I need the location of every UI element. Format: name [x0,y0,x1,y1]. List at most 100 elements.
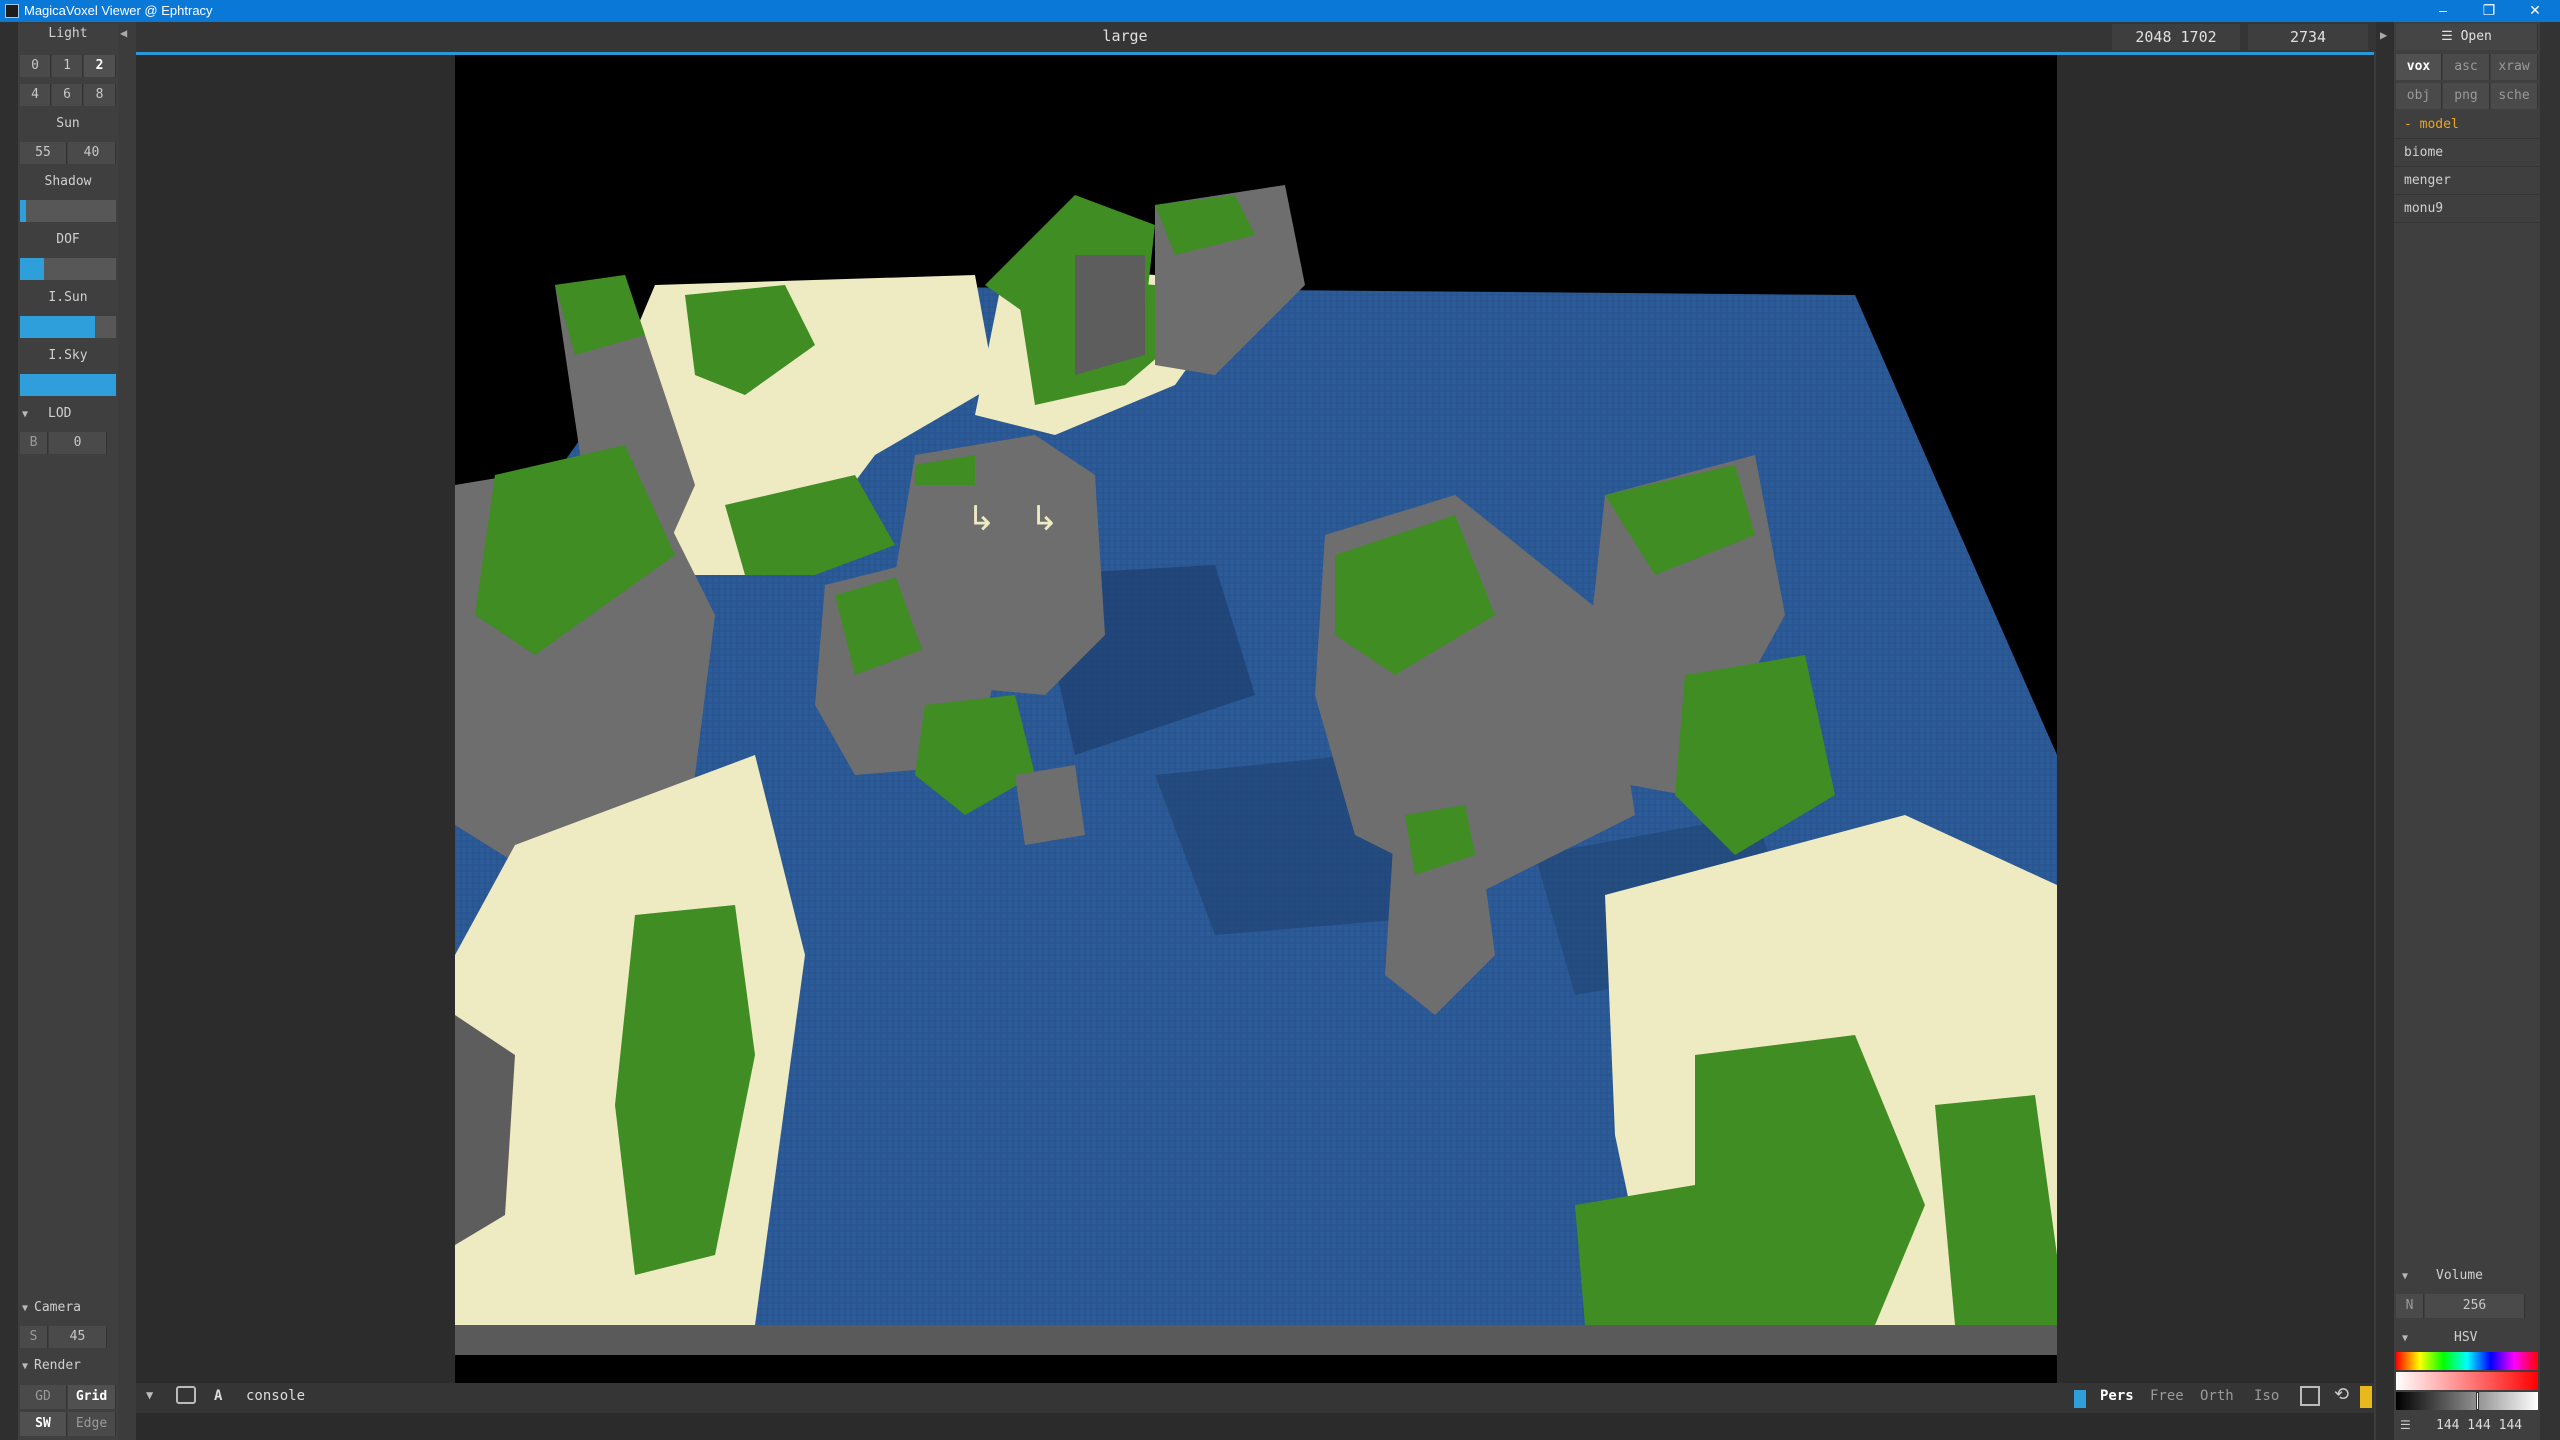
volume-section[interactable]: ▼ Volume [2396,1268,2538,1283]
format-vox[interactable]: vox [2396,54,2442,80]
collapse-triangle-icon: ▼ [2402,1333,2409,1344]
isky-label: I.Sky [48,348,88,363]
model-dimensions: 2048 1702 [2112,24,2240,50]
value-handle[interactable] [2476,1392,2479,1410]
dof-fill [20,258,44,280]
collapse-triangle-icon: ▼ [22,1303,29,1314]
file-item-monu9[interactable]: monu9 [2400,196,2524,222]
format-xraw[interactable]: xraw [2491,54,2538,80]
view-mode-orth[interactable]: Orth [2200,1388,2234,1404]
dof-slider[interactable] [20,258,116,280]
camera-section[interactable]: ▼ Camera [22,1300,118,1315]
bottom-bar [136,1383,2374,1413]
title-bar: MagicaVoxel Viewer @ Ephtracy – ❐ ✕ [0,0,2560,22]
ground-edge [455,1325,2057,1355]
sun-label: Sun [56,116,80,131]
collapse-triangle-icon: ▼ [2402,1271,2409,1282]
light-option-8[interactable]: 8 [84,84,116,106]
voxel-render: ↳ ↳ [455,185,2057,1355]
format-sche[interactable]: sche [2491,83,2538,109]
render-section[interactable]: ▼ Render [22,1358,118,1373]
camera-snapshot-icon[interactable] [176,1386,196,1404]
open-label: Open [2460,29,2492,44]
isun-fill [20,316,95,338]
divider [2394,166,2540,167]
minimize-button[interactable]: – [2420,0,2466,22]
isun-label: I.Sun [48,290,88,305]
isun-slider[interactable] [20,316,116,338]
format-asc[interactable]: asc [2443,54,2490,80]
render-sw-button[interactable]: SW [20,1412,67,1436]
render-grid-button[interactable]: Grid [68,1385,116,1409]
palette-menu-icon[interactable]: ☰ [2400,1418,2411,1432]
left-panel-edge [0,22,18,1440]
saturation-slider[interactable] [2396,1372,2538,1390]
light-option-6[interactable]: 6 [52,84,83,106]
sun-angle-b[interactable]: 40 [68,142,116,164]
camera-label: Camera [34,1300,81,1315]
bottom-status-area [136,1413,2374,1440]
grid-view-icon[interactable] [2300,1386,2320,1406]
format-obj[interactable]: obj [2396,83,2442,109]
folder-model[interactable]: - model [2400,112,2524,138]
value-slider[interactable] [2396,1392,2538,1410]
hue-slider[interactable] [2396,1352,2538,1370]
shadow-label: Shadow [44,174,92,189]
camera-key: S [20,1326,48,1348]
light-option-4[interactable]: 4 [20,84,51,106]
view-mode-pers[interactable]: Pers [2100,1388,2134,1404]
light-option-1[interactable]: 1 [52,55,83,77]
voxel-scene[interactable]: ↳ ↳ [455,55,2057,1383]
svg-text:↳: ↳ [967,499,996,539]
reset-view-icon[interactable]: ⟲ [2334,1384,2349,1405]
lod-label: LOD [48,406,72,421]
window-title: MagicaVoxel Viewer @ Ephtracy [24,3,213,18]
app-icon [5,4,19,18]
render-gd-button[interactable]: GD [20,1385,67,1409]
file-item-menger[interactable]: menger [2400,168,2524,194]
collapse-left-icon[interactable]: ◀ [120,26,127,40]
volume-key: N [2396,1294,2424,1318]
view-mode-free[interactable]: Free [2150,1388,2184,1404]
shadow-slider[interactable] [20,200,116,222]
model-name: large [1102,27,1148,45]
collapse-triangle-icon: ▼ [22,1361,29,1372]
a-button[interactable]: A [214,1388,222,1404]
divider [2394,194,2540,195]
volume-size-field[interactable]: 256 [2425,1294,2525,1318]
isky-slider[interactable] [20,374,116,396]
collapse-right-icon[interactable]: ▶ [2380,28,2387,42]
divider [2394,222,2540,223]
collapse-triangle-icon: ▼ [22,409,29,420]
color-indicator [2074,1390,2086,1408]
right-panel-edge [2376,22,2394,1440]
console-toggle-icon[interactable]: ▼ [146,1388,153,1402]
palette-color-swatch [2360,1386,2372,1408]
lod-value-field[interactable]: 0 [49,432,107,454]
right-panel [2394,22,2540,1440]
sun-angle-a[interactable]: 55 [20,142,67,164]
camera-fov-field[interactable]: 45 [49,1326,107,1348]
hsv-section[interactable]: ▼ HSV [2396,1330,2538,1345]
maximize-button[interactable]: ❐ [2466,0,2512,22]
shadow-fill [20,200,26,222]
right-scrollbar[interactable] [2540,22,2560,1440]
light-option-0[interactable]: 0 [20,55,51,77]
file-item-biome[interactable]: biome [2400,140,2524,166]
light-label: Light [48,26,88,41]
hsv-label: HSV [2454,1330,2478,1345]
svg-text:↳: ↳ [1030,499,1059,539]
light-option-2[interactable]: 2 [84,55,116,77]
lod-key: B [20,432,48,454]
lod-section[interactable]: ▼ LOD [22,406,118,421]
open-button[interactable]: ☰ Open [2396,24,2538,50]
volume-label: Volume [2436,1268,2483,1283]
dof-label: DOF [56,232,80,247]
console-input[interactable]: console [246,1388,305,1404]
view-mode-iso[interactable]: Iso [2254,1388,2279,1404]
render-edge-button[interactable]: Edge [68,1412,116,1436]
model-size: 2734 [2248,24,2368,50]
color-value-readout: 144 144 144 [2436,1418,2523,1433]
close-button[interactable]: ✕ [2512,0,2558,22]
format-png[interactable]: png [2443,83,2490,109]
